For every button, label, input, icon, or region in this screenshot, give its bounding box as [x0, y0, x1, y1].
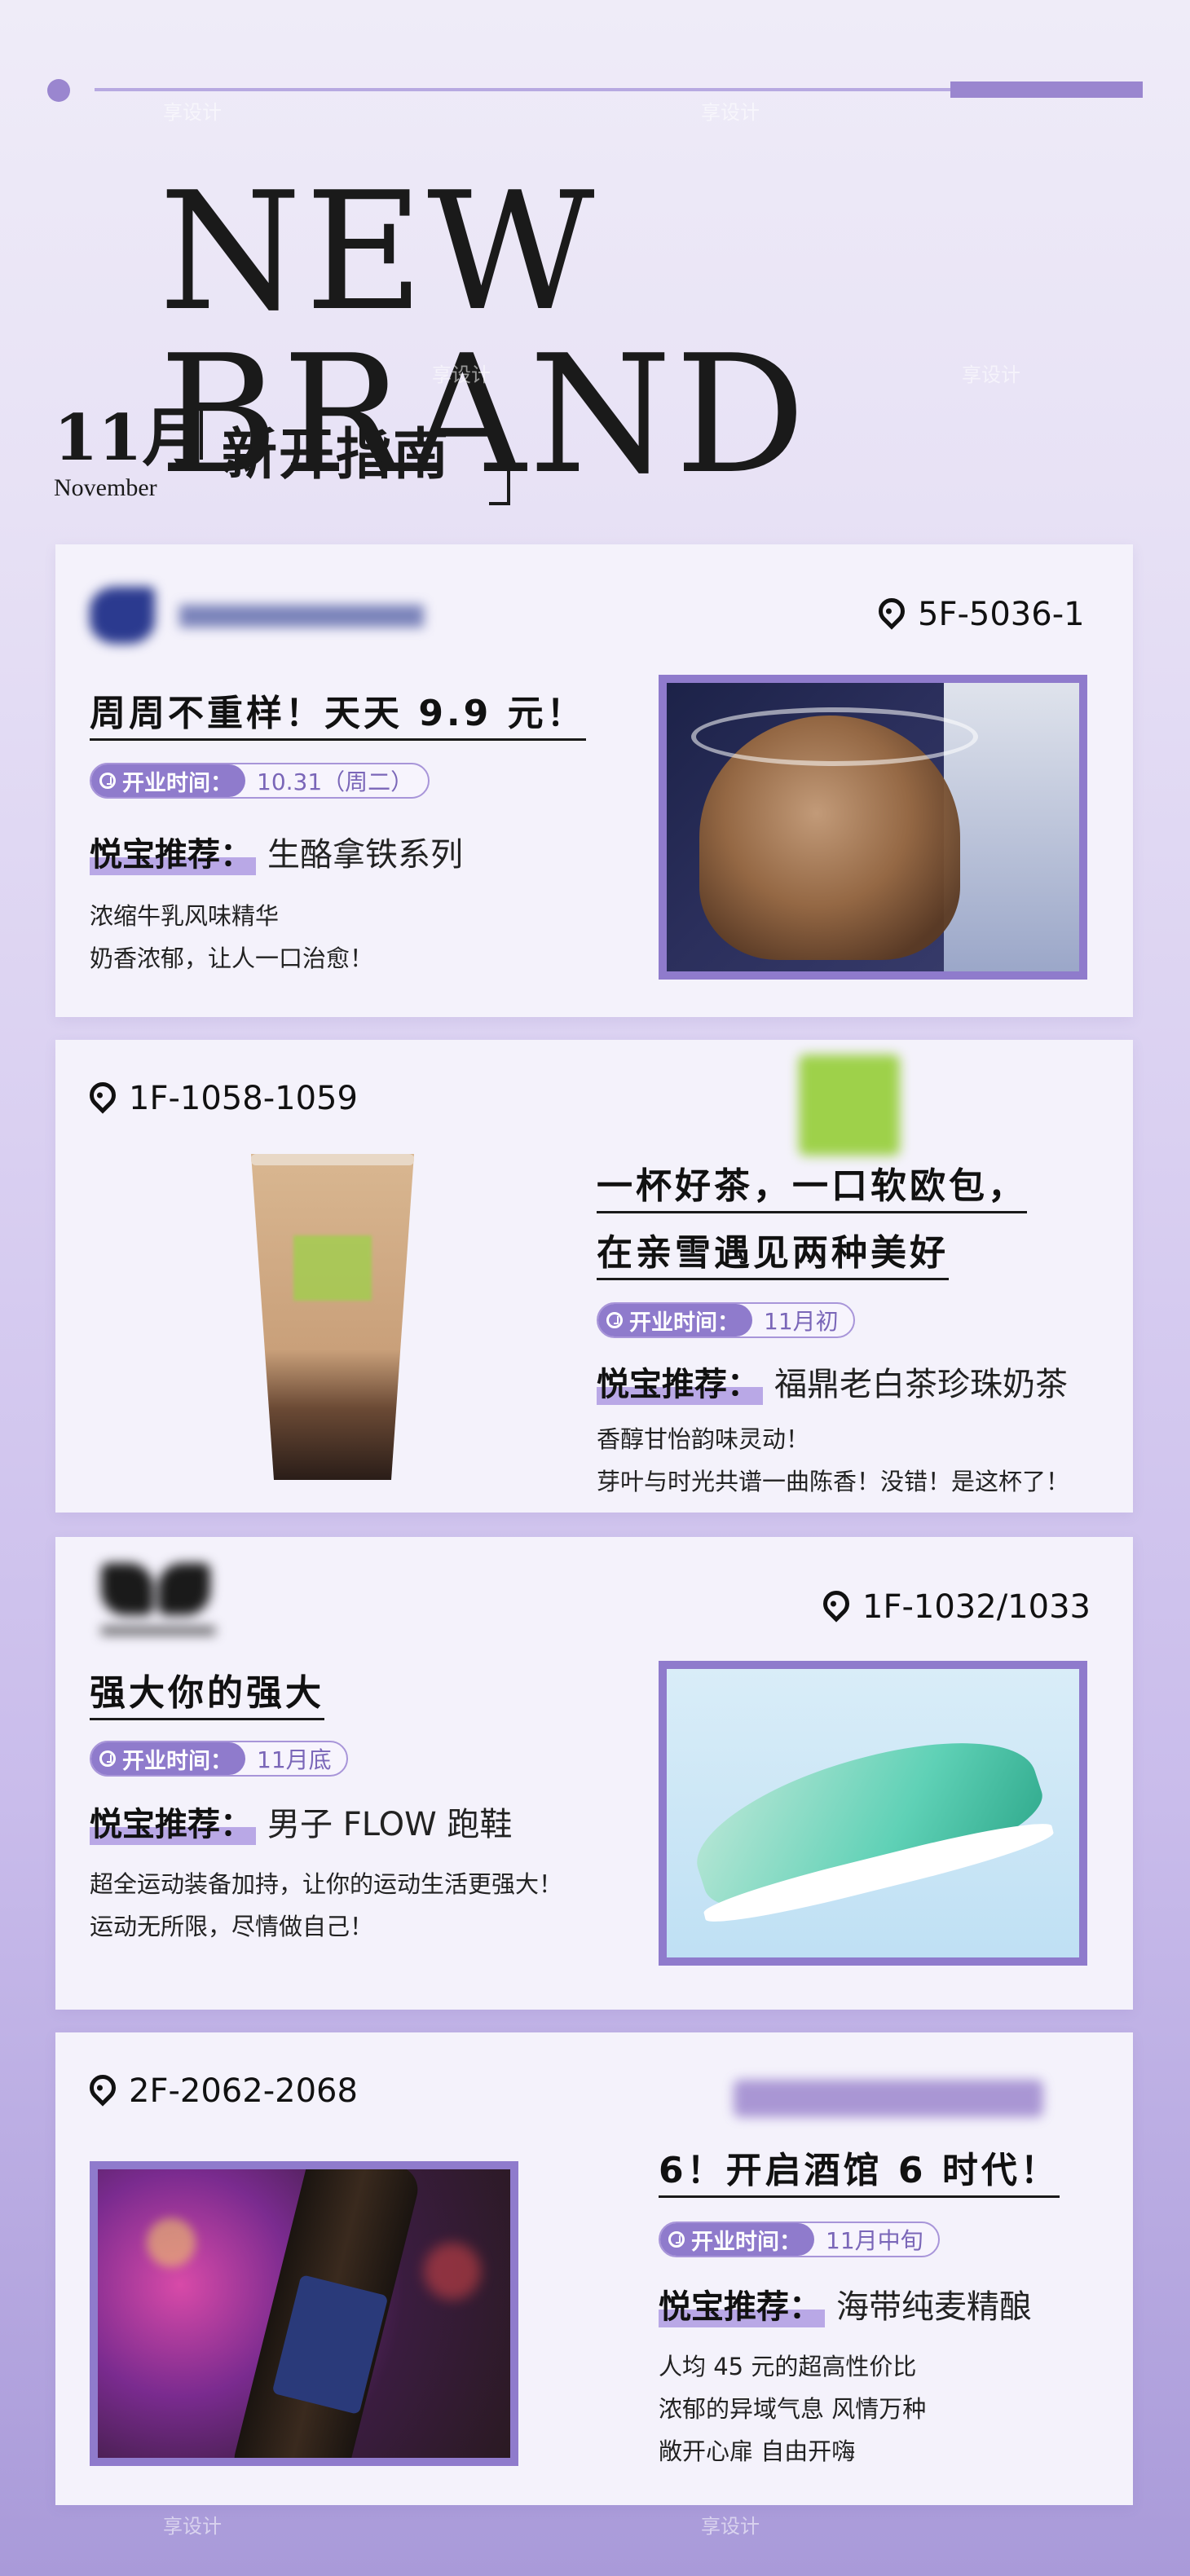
- store-description: 人均 45 元的超高性价比 浓郁的异域气息 风情万种 敞开心扉 自由开嗨: [659, 2353, 927, 2465]
- brand-logo: [734, 2080, 1043, 2117]
- watermark: 享设计: [163, 2515, 222, 2538]
- opening-time-badge: 开业时间： 11月底: [90, 1741, 348, 1777]
- opening-time-label: 开业时间：: [91, 764, 245, 797]
- brand-logo: [90, 587, 448, 644]
- opening-time-label: 开业时间：: [91, 1742, 245, 1775]
- location-pin-icon: [873, 592, 910, 630]
- clock-icon: [99, 1750, 116, 1767]
- store-headline: 6！开启酒馆 6 时代！: [659, 2148, 1060, 2198]
- store-card-taproom[interactable]: 2F-2062-2068 6！开启酒馆 6 时代！ 开业时间： 11月中旬 悦宝…: [55, 2032, 1133, 2505]
- recommendation-label: 悦宝推荐：: [90, 828, 256, 875]
- opening-time-label: 开业时间：: [598, 1304, 752, 1336]
- recommendation-value: 福鼎老白茶珍珠奶茶: [774, 1366, 1068, 1403]
- location-text: 5F-5036-1: [918, 596, 1085, 633]
- brand-logo: [799, 1055, 900, 1156]
- watermark: 享设计: [432, 363, 491, 386]
- bracket-left: [200, 407, 221, 460]
- store-location: 1F-1058-1059: [84, 1077, 358, 1118]
- clock-icon: [668, 2231, 685, 2248]
- recommendation-value: 男子 FLOW 跑鞋: [267, 1806, 513, 1843]
- recommendation: 悦宝推荐： 男子 FLOW 跑鞋: [90, 1798, 512, 1845]
- recommendation-label: 悦宝推荐：: [90, 1798, 256, 1845]
- store-description: 浓缩牛乳风味精华 奶香浓郁，让人一口治愈！: [90, 902, 374, 972]
- location-pin-icon: [84, 1077, 121, 1114]
- location-text: 1F-1058-1059: [129, 1080, 358, 1117]
- bracket-right: [489, 453, 510, 505]
- recommendation-value: 海带纯麦精酿: [836, 2288, 1032, 2326]
- store-card-coffee[interactable]: 5F-5036-1 周周不重样！天天 9.9 元！ 开业时间： 10.31（周二…: [55, 544, 1133, 1017]
- recommendation: 悦宝推荐： 生酪拿铁系列: [90, 828, 463, 875]
- opening-time-value: 10.31（周二）: [257, 768, 414, 795]
- month-label: 11月: [54, 401, 206, 475]
- clock-icon: [606, 1312, 623, 1328]
- location-pin-icon: [84, 2069, 121, 2107]
- store-headline: 强大你的强大: [90, 1671, 324, 1720]
- store-headline: 周周不重样！天天 9.9 元！: [90, 691, 586, 741]
- watermark: 享设计: [163, 101, 222, 124]
- opening-time-badge: 开业时间： 10.31（周二）: [90, 763, 430, 799]
- opening-time-label: 开业时间：: [660, 2223, 814, 2256]
- product-photo: [251, 1154, 414, 1480]
- guide-title: 新开指南: [222, 422, 451, 487]
- clock-icon: [99, 773, 116, 789]
- opening-time-value: 11月初: [764, 1308, 839, 1335]
- opening-time-value: 11月中旬: [826, 2227, 923, 2254]
- product-photo: [659, 1661, 1087, 1966]
- store-description: 香醇甘怡韵味灵动！ 芽叶与时光共谱一曲陈香！没错！是这杯了！: [597, 1425, 1070, 1495]
- decor-dot: [47, 79, 70, 102]
- watermark: 享设计: [962, 363, 1020, 386]
- store-description: 超全运动装备加持，让你的运动生活更强大！ 运动无所限，尽情做自己！: [90, 1870, 563, 1940]
- opening-time-badge: 开业时间： 11月初: [597, 1302, 855, 1338]
- store-location: 2F-2062-2068: [84, 2069, 358, 2111]
- recommendation-label: 悦宝推荐：: [659, 2280, 825, 2327]
- decor-bar: [950, 81, 1143, 98]
- location-text: 2F-2062-2068: [129, 2072, 358, 2110]
- store-location: 5F-5036-1: [873, 592, 1085, 634]
- decor-line: [95, 88, 950, 91]
- store-headline-line-1: 一杯好茶，一口软欧包，: [597, 1164, 1027, 1213]
- brand-logo: [101, 1555, 223, 1645]
- store-location: 1F-1032/1033: [818, 1585, 1091, 1627]
- opening-time-badge: 开业时间： 11月中旬: [659, 2222, 940, 2257]
- location-pin-icon: [818, 1585, 855, 1623]
- recommendation: 悦宝推荐： 福鼎老白茶珍珠奶茶: [597, 1358, 1068, 1405]
- recommendation-value: 生酪拿铁系列: [267, 836, 463, 874]
- store-headline-line-2: 在亲雪遇见两种美好: [597, 1231, 949, 1280]
- opening-time-value: 11月底: [257, 1746, 332, 1773]
- page-title: NEW BRAND: [159, 157, 809, 510]
- location-text: 1F-1032/1033: [862, 1588, 1091, 1626]
- watermark: 享设计: [701, 101, 760, 124]
- recommendation: 悦宝推荐： 海带纯麦精酿: [659, 2280, 1032, 2327]
- product-photo: [659, 675, 1087, 980]
- store-card-sportswear[interactable]: 1F-1032/1033 强大你的强大 开业时间： 11月底 悦宝推荐： 男子 …: [55, 1537, 1133, 2010]
- store-card-tea[interactable]: 1F-1058-1059 一杯好茶，一口软欧包， 在亲雪遇见两种美好 开业时间：…: [55, 1040, 1133, 1513]
- month-english: November: [54, 474, 157, 501]
- product-photo: [90, 2161, 518, 2466]
- watermark: 享设计: [701, 2515, 760, 2538]
- recommendation-label: 悦宝推荐：: [597, 1358, 763, 1405]
